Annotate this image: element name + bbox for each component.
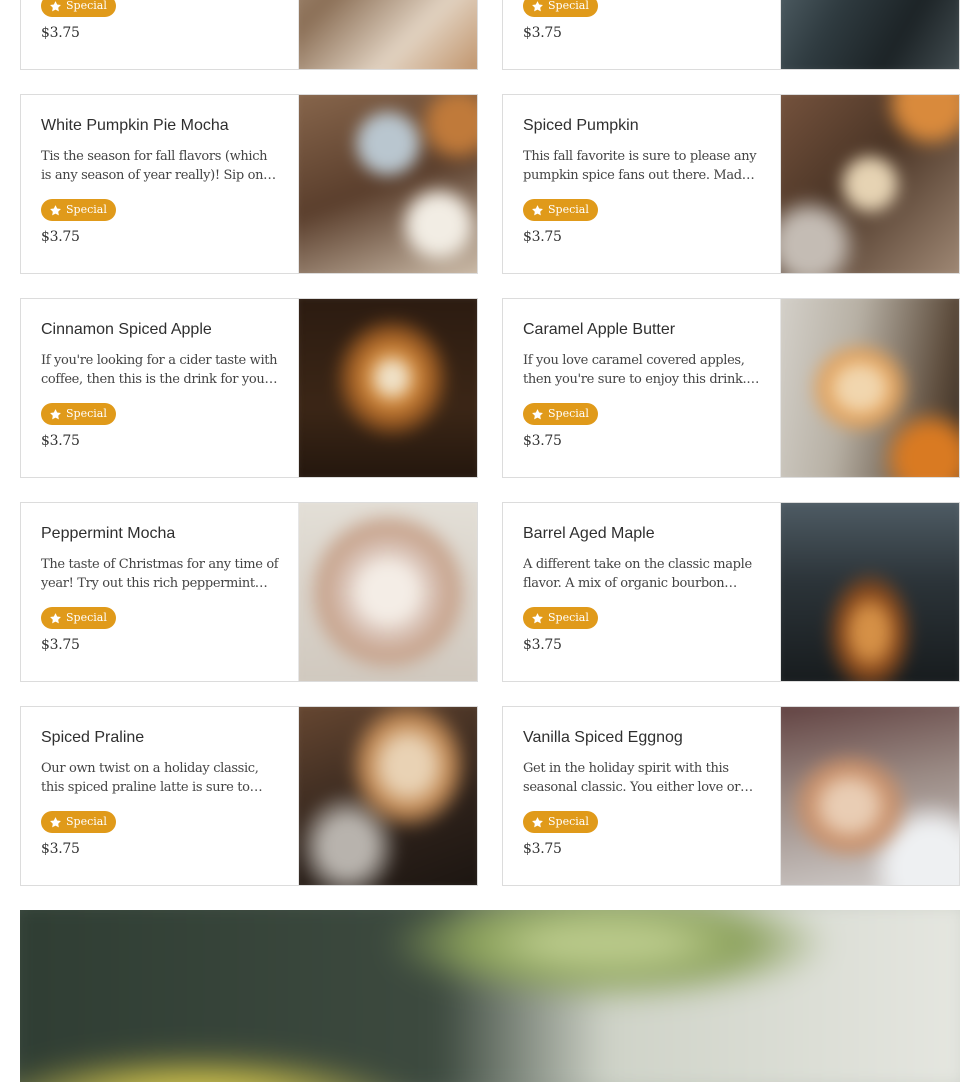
- item-photo: [780, 0, 959, 69]
- special-badge: Special: [41, 607, 116, 629]
- item-photo: [298, 707, 477, 885]
- menu-item-card[interactable]: Barrel Aged Maple A different take on th…: [502, 502, 960, 682]
- item-title: Caramel Apple Butter: [523, 321, 676, 338]
- menu-item-card[interactable]: White Pumpkin Pie Mocha Tis the season f…: [20, 94, 478, 274]
- menu-item-card[interactable]: Special $3.75: [502, 0, 960, 70]
- star-icon: [532, 204, 543, 215]
- badge-label: Special: [548, 0, 589, 12]
- item-photo: [780, 503, 959, 681]
- item-description: Our own twist on a holiday classic, this…: [41, 761, 259, 795]
- item-title: Barrel Aged Maple: [523, 525, 655, 542]
- badge-label: Special: [548, 407, 589, 420]
- star-icon: [50, 0, 61, 11]
- item-photo: [298, 95, 477, 273]
- item-photo: [298, 503, 477, 681]
- star-icon: [50, 204, 61, 215]
- badge-label: Special: [66, 407, 107, 420]
- item-description: The taste of Christmas for any time of y…: [41, 557, 279, 591]
- item-price: $3.75: [41, 229, 80, 245]
- special-badge: Special: [523, 811, 598, 833]
- star-icon: [50, 612, 61, 623]
- special-badge: Special: [523, 0, 598, 17]
- item-title: Spiced Praline: [41, 729, 145, 746]
- item-photo: [780, 299, 959, 477]
- item-title: Spiced Pumpkin: [523, 117, 639, 134]
- menu-item-card[interactable]: Spiced Pumpkin This fall favorite is sur…: [502, 94, 960, 274]
- menu-item-card[interactable]: Peppermint Mocha The taste of Christmas …: [20, 502, 478, 682]
- item-photo: [298, 0, 477, 69]
- star-icon: [50, 408, 61, 419]
- badge-label: Special: [66, 611, 107, 624]
- item-price: $3.75: [41, 637, 80, 653]
- item-price: $3.75: [523, 229, 562, 245]
- badge-label: Special: [548, 815, 589, 828]
- special-badge: Special: [523, 607, 598, 629]
- menu-item-card[interactable]: Cinnamon Spiced Apple If you're looking …: [20, 298, 478, 478]
- item-description: Get in the holiday spirit with this seas…: [523, 761, 741, 795]
- item-description: Tis the season for fall flavors (which i…: [41, 149, 268, 183]
- item-price: $3.75: [523, 637, 562, 653]
- item-description: This fall favorite is sure to please any…: [523, 149, 757, 183]
- item-price: $3.75: [41, 841, 80, 857]
- badge-label: Special: [66, 815, 107, 828]
- special-badge: Special: [523, 403, 598, 425]
- menu-item-card[interactable]: Spiced Praline Our own twist on a holida…: [20, 706, 478, 886]
- item-description: If you're looking for a cider taste with…: [41, 353, 278, 387]
- item-photo: [780, 95, 959, 273]
- special-badge: Special: [41, 403, 116, 425]
- item-photo: [298, 299, 477, 477]
- banner-photo: [20, 910, 960, 1082]
- item-photo: [780, 707, 959, 885]
- special-badge: Special: [41, 0, 116, 17]
- item-price: $3.75: [523, 433, 562, 449]
- item-title: Vanilla Spiced Eggnog: [523, 729, 683, 746]
- item-title: White Pumpkin Pie Mocha: [41, 117, 229, 134]
- star-icon: [532, 612, 543, 623]
- star-icon: [532, 0, 543, 11]
- item-price: $3.75: [41, 25, 80, 41]
- special-badge: Special: [41, 811, 116, 833]
- item-description: A different take on the classic maple fl…: [523, 557, 752, 591]
- menu-item-card[interactable]: Special $3.75: [20, 0, 478, 70]
- special-badge: Special: [41, 199, 116, 221]
- badge-label: Special: [548, 203, 589, 216]
- badge-label: Special: [66, 203, 107, 216]
- menu-item-card[interactable]: Caramel Apple Butter If you love caramel…: [502, 298, 960, 478]
- menu-item-card[interactable]: Vanilla Spiced Eggnog Get in the holiday…: [502, 706, 960, 886]
- item-price: $3.75: [523, 25, 562, 41]
- item-price: $3.75: [41, 433, 80, 449]
- item-description: If you love caramel covered apples, then…: [523, 353, 747, 387]
- special-badge: Special: [523, 199, 598, 221]
- star-icon: [532, 408, 543, 419]
- badge-label: Special: [66, 0, 107, 12]
- item-title: Peppermint Mocha: [41, 525, 176, 542]
- item-price: $3.75: [523, 841, 562, 857]
- star-icon: [532, 816, 543, 827]
- star-icon: [50, 816, 61, 827]
- badge-label: Special: [548, 611, 589, 624]
- item-title: Cinnamon Spiced Apple: [41, 321, 212, 338]
